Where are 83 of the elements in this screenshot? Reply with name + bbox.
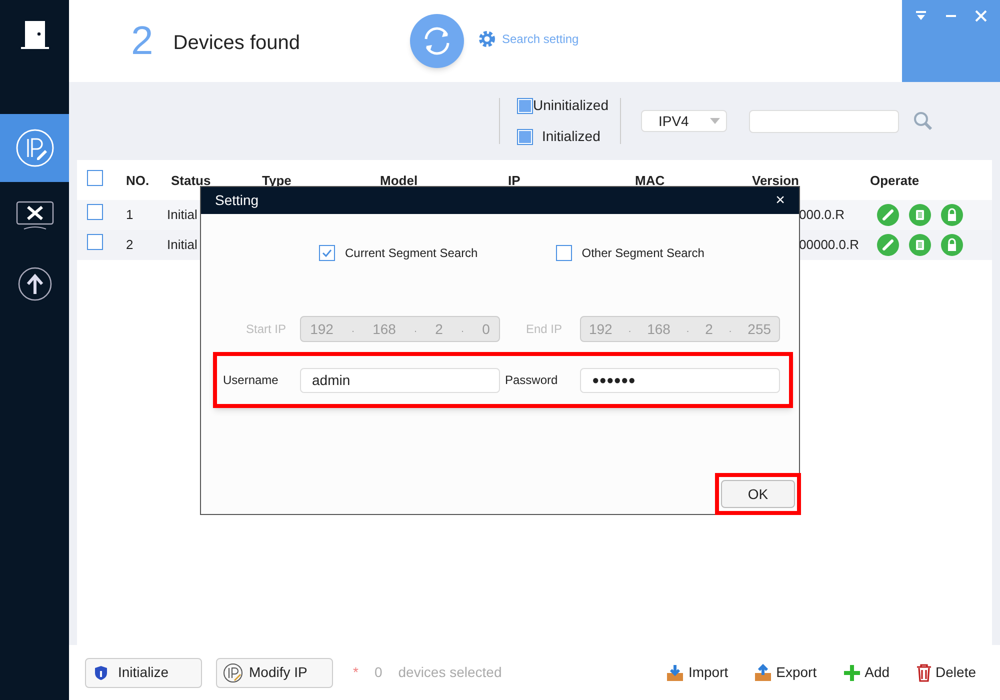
initialized-checkbox[interactable]	[517, 128, 533, 144]
ip-pencil-icon	[223, 662, 243, 682]
lock-icon[interactable]	[941, 204, 963, 226]
username-field[interactable]: admin	[300, 368, 500, 392]
dot-separator: .	[728, 322, 732, 336]
table-cell: 000.0.R	[799, 207, 845, 222]
table-cell: Initial	[167, 207, 198, 222]
column-header: Operate	[870, 173, 920, 188]
ip-octet: 168	[372, 320, 396, 338]
checkmark-icon	[321, 247, 333, 259]
required-note: *	[353, 663, 358, 682]
shield-icon	[94, 664, 108, 680]
table-cell: 00000.0.R	[799, 237, 859, 252]
table-cell: 2	[126, 237, 134, 252]
field-label: Start IP	[244, 321, 287, 338]
dot-separator: .	[352, 322, 354, 336]
checkbox-label: Initialized	[542, 127, 600, 146]
document-icon[interactable]	[909, 204, 931, 226]
field-label: Password	[504, 372, 559, 389]
ip-octet: 255	[748, 320, 772, 338]
gear-icon	[478, 30, 496, 48]
checkbox-label: Uninitialized	[533, 96, 608, 115]
close-icon[interactable]	[975, 10, 987, 22]
modify-ip-button[interactable]: Modify IP	[216, 658, 333, 688]
ok-button[interactable]: OK	[721, 480, 795, 508]
column-header: Version	[752, 173, 799, 188]
ip-edit-icon	[14, 128, 54, 168]
ip-octet: 0	[482, 320, 490, 338]
row-checkbox[interactable]	[87, 234, 103, 250]
select-all-checkbox[interactable]	[87, 170, 103, 186]
search-field[interactable]	[749, 110, 900, 132]
tray-up-icon	[754, 664, 772, 682]
plus-icon	[842, 664, 861, 682]
trash-icon	[916, 664, 932, 682]
column-header: MAC	[635, 173, 665, 188]
field-label: End IP	[524, 321, 563, 338]
dropdown-icon[interactable]	[915, 10, 927, 22]
checkbox-label: Current Segment Search	[345, 245, 478, 262]
ip-octet: 192	[588, 320, 612, 338]
dot-separator: .	[686, 322, 690, 336]
ip-octet: 2	[435, 320, 443, 338]
checkbox-label: Other Segment Search	[582, 245, 704, 262]
device-count: 2	[131, 18, 154, 65]
page-title: Devices found	[173, 31, 300, 56]
door-icon	[18, 20, 50, 50]
upgrade-icon	[16, 266, 52, 302]
refresh-button[interactable]	[410, 14, 464, 68]
initialize-button[interactable]: Initialize	[85, 658, 202, 688]
tray-down-icon	[666, 664, 684, 682]
selected-count: 0	[374, 663, 382, 682]
field-label: Username	[222, 372, 280, 389]
column-header: Status	[171, 173, 211, 188]
segment-checkbox[interactable]	[319, 245, 335, 261]
document-icon[interactable]	[909, 234, 931, 256]
table-cell: 1	[126, 207, 134, 222]
caret-icon	[710, 118, 720, 124]
import-button[interactable]: Import	[666, 662, 728, 683]
uninitialized-checkbox[interactable]	[517, 98, 533, 114]
column-header: IP	[508, 173, 520, 188]
selected-text: devices selected	[398, 663, 502, 682]
delete-button[interactable]: Delete	[916, 662, 976, 683]
tools-monitor-icon	[16, 201, 54, 231]
protocol-dropdown[interactable]: IPV4	[641, 110, 728, 132]
dot-separator: .	[628, 322, 632, 336]
edit-icon[interactable]	[877, 234, 899, 256]
password-field[interactable]: ●●●●●●	[580, 368, 780, 392]
ip-octet: 192	[310, 320, 334, 338]
dot-separator: .	[461, 322, 464, 336]
export-button[interactable]: Export	[754, 662, 817, 683]
dot-separator: .	[414, 322, 417, 336]
lock-icon[interactable]	[941, 234, 963, 256]
close-button[interactable]: ×	[776, 188, 785, 212]
ip-octet: 2	[705, 320, 713, 338]
edit-icon[interactable]	[877, 204, 899, 226]
column-header: NO.	[126, 173, 150, 188]
dialog-title: Setting	[215, 191, 259, 210]
row-checkbox[interactable]	[87, 204, 103, 220]
add-button[interactable]: Add	[842, 662, 890, 683]
ip-octet: 168	[647, 320, 670, 338]
search-icon[interactable]	[913, 111, 934, 131]
table-cell: Initial	[167, 237, 198, 252]
segment-checkbox[interactable]	[556, 245, 572, 261]
column-header: Model	[380, 173, 418, 188]
